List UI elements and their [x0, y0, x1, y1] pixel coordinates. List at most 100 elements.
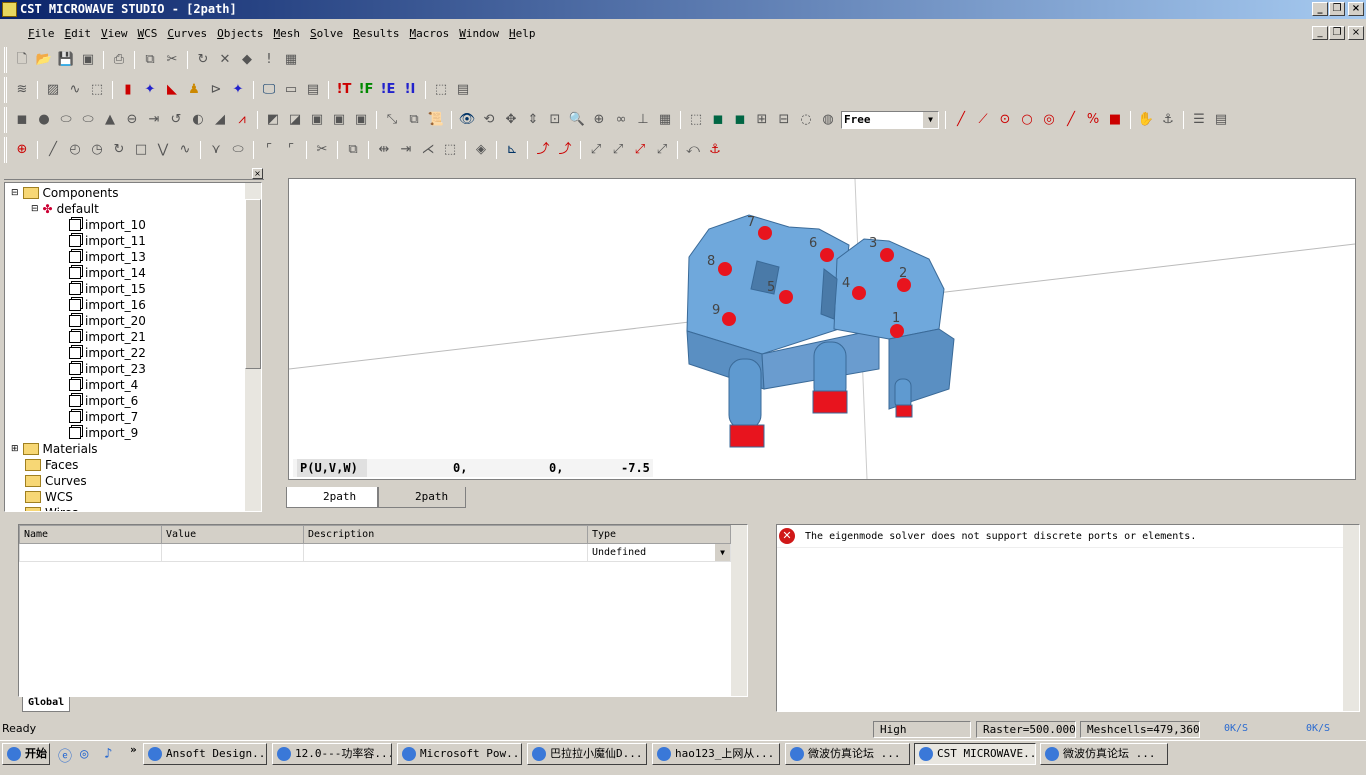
print-icon[interactable]: ⎙	[110, 51, 128, 69]
col-type[interactable]: Type	[587, 525, 731, 544]
col-value[interactable]: Value	[161, 525, 304, 544]
anchor-wcs-icon[interactable]: ⚓	[706, 141, 724, 159]
tab-global[interactable]: Global	[22, 697, 70, 712]
view-mode-select[interactable]: Free ▼	[841, 111, 939, 129]
axes-icon[interactable]: ⊥	[634, 111, 652, 129]
background-icon[interactable]: ▨	[44, 81, 62, 99]
torus-icon[interactable]: ⊖	[123, 111, 141, 129]
doc-minimize-button[interactable]: _	[1312, 26, 1328, 40]
list-icon[interactable]: ☰	[1190, 111, 1208, 129]
loft-icon[interactable]: ◐	[189, 111, 207, 129]
face-pick-icon[interactable]: ◎	[1040, 111, 1058, 129]
face-wcs-icon[interactable]: ⤢	[631, 141, 649, 159]
corner-icon[interactable]: ⌜	[260, 141, 278, 159]
tree-solid-item[interactable]: import_9	[11, 425, 261, 441]
messages-scrollbar[interactable]	[1343, 525, 1359, 711]
menu-curves[interactable]: Curves	[167, 27, 207, 40]
menu-help[interactable]: Help	[509, 27, 536, 40]
tree-solid-item[interactable]: import_7	[11, 409, 261, 425]
pan-icon[interactable]: ✥	[502, 111, 520, 129]
plane-wave-icon[interactable]: ◣	[163, 81, 181, 99]
zoom-region-icon[interactable]: ⊡	[546, 111, 564, 129]
tree-solid-item[interactable]: import_10	[11, 217, 261, 233]
tree-folder[interactable]: Wires	[11, 505, 261, 511]
mirror-icon[interactable]: ⇹	[375, 141, 393, 159]
tree-folder[interactable]: Faces	[11, 457, 261, 473]
hide-icon[interactable]: ◌	[797, 111, 815, 129]
tree-close-button[interactable]: ×	[252, 168, 263, 179]
wcs-icon[interactable]: ⊕	[13, 141, 31, 159]
ie-icon[interactable]: ⓔ	[58, 746, 72, 766]
frequency-solver-icon[interactable]: !F	[357, 81, 375, 99]
elliptic-cylinder-icon[interactable]: ⬭	[79, 111, 97, 129]
tree-solid-item[interactable]: import_23	[11, 361, 261, 377]
params-scrollbar[interactable]	[731, 525, 747, 696]
taskbar-item[interactable]: Ansoft Design...	[143, 743, 267, 765]
delete-icon[interactable]: ✕	[216, 51, 234, 69]
chamfer-icon[interactable]: ⩘	[233, 111, 251, 129]
line-icon[interactable]: ╱	[44, 141, 62, 159]
transform-icon[interactable]: ⧉	[405, 111, 423, 129]
taskbar-item[interactable]: hao123_上网从...	[652, 743, 780, 765]
model-view[interactable]: 1 2 3 4 5 6 7 8 9	[288, 178, 1356, 480]
new-icon[interactable]: 🗋	[13, 51, 31, 69]
circle-center-icon[interactable]: ⊙	[996, 111, 1014, 129]
menu-file[interactable]: File	[28, 27, 55, 40]
boolean-insert-icon[interactable]: ▣	[330, 111, 348, 129]
trim-icon[interactable]: ✂	[313, 141, 331, 159]
taskbar-item[interactable]: 巴拉拉小魔仙D...	[527, 743, 647, 765]
line-pick-icon[interactable]: ╱	[952, 111, 970, 129]
mesh-view-icon[interactable]: ▭	[282, 81, 300, 99]
fly-icon[interactable]: ∞	[612, 111, 630, 129]
doc-close-button[interactable]: ×	[1348, 26, 1364, 40]
taskbar-item[interactable]: Microsoft Pow...	[397, 743, 522, 765]
lumped-icon[interactable]: ✦	[229, 81, 247, 99]
tree-scrollbar[interactable]	[245, 183, 261, 511]
grid-icon[interactable]: ▦	[656, 111, 674, 129]
circle-icon[interactable]: ○	[1018, 111, 1036, 129]
media-icon[interactable]: ♪	[104, 746, 112, 762]
view-rotate-icon[interactable]: 👁	[458, 111, 476, 129]
start-button[interactable]: 开始	[2, 743, 50, 765]
col-description[interactable]: Description	[303, 525, 588, 544]
hand-icon[interactable]: ✋	[1137, 111, 1155, 129]
align-wcs2-icon[interactable]: ⤢	[609, 141, 627, 159]
rect-icon[interactable]: □	[132, 141, 150, 159]
more-icon[interactable]: »	[130, 743, 137, 756]
rotate-wcs-icon[interactable]: ⤴	[556, 141, 574, 159]
cylinder-icon[interactable]: ⬭	[57, 111, 75, 129]
taskbar-item[interactable]: CST MICROWAVE...	[914, 743, 1036, 765]
loft2-icon[interactable]: ◈	[472, 141, 490, 159]
eigenmode-solver-icon[interactable]: !E	[379, 81, 397, 99]
probe-icon[interactable]: ♟	[185, 81, 203, 99]
minimize-button[interactable]: _	[1312, 2, 1328, 16]
tree-solid-item[interactable]: import_21	[11, 329, 261, 345]
menu-results[interactable]: Results	[353, 27, 399, 40]
fillet-icon[interactable]: ⌜	[282, 141, 300, 159]
tree-components[interactable]: ⊟ Components	[11, 185, 261, 201]
message-item[interactable]: ✕ The eigenmode solver does not support …	[777, 525, 1359, 548]
move-wcs-icon[interactable]: ⤴	[534, 141, 552, 159]
tree-solid-item[interactable]: import_6	[11, 393, 261, 409]
mesh-props-icon[interactable]: ▤	[304, 81, 322, 99]
units-icon[interactable]: ≋	[13, 81, 31, 99]
explode-icon[interactable]: ⊟	[775, 111, 793, 129]
anchor-icon[interactable]: ⚓	[1159, 111, 1177, 129]
global-wcs-icon[interactable]: ⤺	[684, 141, 702, 159]
table-row[interactable]: Undefined ▼	[19, 543, 731, 562]
menu-mesh[interactable]: Mesh	[274, 27, 301, 40]
rotate-view-icon[interactable]: ⟲	[480, 111, 498, 129]
exclaim-icon[interactable]: !	[260, 51, 278, 69]
menu-solve[interactable]: Solve	[310, 27, 343, 40]
scroll-icon[interactable]: 📜	[427, 111, 445, 129]
tree-default[interactable]: ⊟ ✤ default	[11, 201, 261, 217]
close-button[interactable]: ×	[1348, 2, 1364, 16]
3d-curve-icon[interactable]: ⋎	[207, 141, 225, 159]
tree-solid-item[interactable]: import_4	[11, 377, 261, 393]
extend-icon[interactable]: ⇥	[397, 141, 415, 159]
zoom-fit-icon[interactable]: ⊕	[590, 111, 608, 129]
menu-edit[interactable]: Edit	[65, 27, 92, 40]
tree-solid-item[interactable]: import_16	[11, 297, 261, 313]
tree-solid-item[interactable]: import_20	[11, 313, 261, 329]
wire-icon[interactable]: ◼	[731, 111, 749, 129]
